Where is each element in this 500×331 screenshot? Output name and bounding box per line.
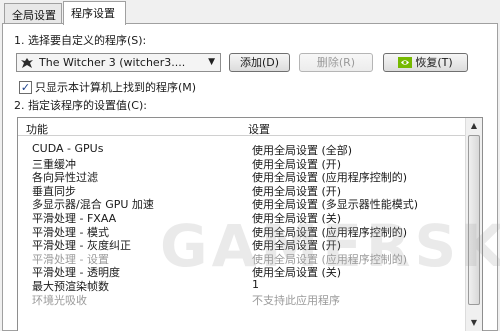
select-program-label: 1. 选择要自定义的程序(S):: [14, 34, 147, 47]
feature-cell: 环境光吸收: [32, 293, 87, 307]
setting-cell[interactable]: 1: [252, 278, 259, 291]
table-row[interactable]: 各向异性过滤 使用全局设置 (应用程序控制的): [18, 169, 466, 184]
table-row[interactable]: 环境光吸收 不支持此应用程序: [18, 292, 466, 308]
vertical-scrollbar[interactable]: ▲ ▼: [465, 118, 482, 331]
scroll-thumb[interactable]: [468, 135, 480, 305]
table-row[interactable]: CUDA - GPUs 使用全局设置 (全部): [18, 142, 466, 157]
specify-settings-label: 2. 指定该程序的设置值(C):: [14, 99, 147, 112]
table-row[interactable]: 平滑处理 - FXAA 使用全局设置 (关): [18, 210, 466, 225]
table-row[interactable]: 多显示器/混合 GPU 加速 使用全局设置 (多显示器性能模式): [18, 196, 466, 211]
table-row[interactable]: 最大预渲染帧数 1: [18, 278, 466, 293]
table-row[interactable]: 平滑处理 - 透明度 使用全局设置 (关): [18, 264, 466, 279]
scroll-up-icon[interactable]: ▲: [467, 119, 481, 133]
feature-column-header[interactable]: 功能: [26, 121, 48, 137]
list-header: 功能 设置: [18, 118, 466, 136]
table-row[interactable]: 平滑处理 - 灰度纠正 使用全局设置 (开): [18, 237, 466, 252]
restore-button[interactable]: 恢复(T): [383, 53, 468, 72]
program-select[interactable]: The Witcher 3 (witcher3.... ▼: [16, 53, 221, 72]
table-row[interactable]: 平滑处理 - 模式 使用全局设置 (应用程序控制的): [18, 224, 466, 239]
tab-program-settings[interactable]: 程序设置: [63, 1, 126, 25]
tab-bar: 全局设置 程序设置: [0, 0, 500, 25]
table-row[interactable]: 垂直同步 使用全局设置 (开): [18, 183, 466, 198]
chevron-down-icon[interactable]: ▼: [208, 57, 215, 67]
show-found-programs-checkbox[interactable]: ✓: [19, 80, 32, 94]
restore-button-label: 恢复(T): [415, 56, 453, 69]
tab-global-settings[interactable]: 全局设置: [4, 3, 62, 24]
remove-button[interactable]: 删除(R): [299, 53, 373, 72]
program-settings-panel: 1. 选择要自定义的程序(S): The Witcher 3 (witcher3…: [2, 23, 498, 331]
table-row[interactable]: 平滑处理 - 设置 使用全局设置 (应用程序控制的): [18, 251, 466, 266]
nvidia-icon: [398, 57, 413, 68]
show-found-programs-row[interactable]: ✓ 只显示本计算机上找到的程序(M): [19, 79, 196, 95]
setting-cell[interactable]: 不支持此应用程序: [252, 292, 340, 308]
table-row[interactable]: 三重缓冲 使用全局设置 (开): [18, 156, 466, 171]
show-found-programs-label: 只显示本计算机上找到的程序(M): [35, 81, 197, 94]
feature-cell: CUDA - GPUs: [32, 142, 104, 155]
setting-column-header[interactable]: 设置: [248, 121, 270, 137]
settings-list: 功能 设置 CUDA - GPUs 使用全局设置 (全部) 三重缓冲 使用全局设置 (…: [17, 117, 483, 331]
scroll-down-icon[interactable]: ▼: [467, 316, 481, 330]
add-button[interactable]: 添加(D): [229, 53, 290, 72]
program-select-value: The Witcher 3 (witcher3....: [39, 56, 186, 69]
witcher-game-icon: [21, 57, 33, 68]
